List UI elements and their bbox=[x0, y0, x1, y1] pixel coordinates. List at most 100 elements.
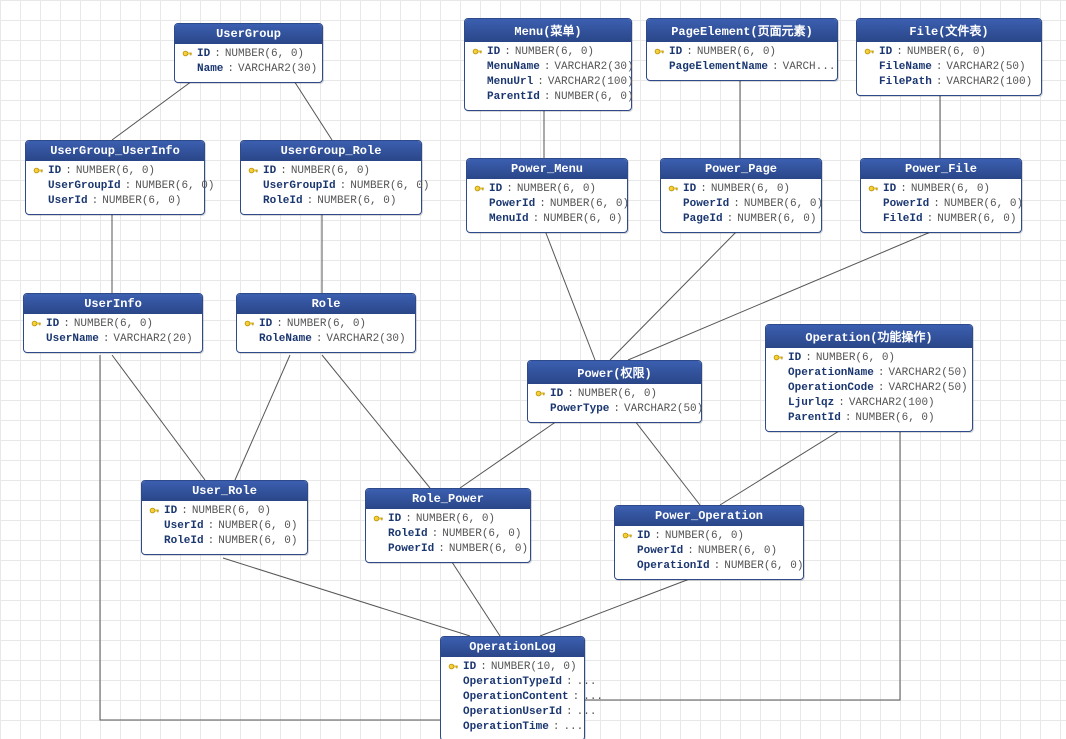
field-type: NUMBER(6, 0) bbox=[665, 529, 744, 544]
field-icon bbox=[863, 62, 875, 74]
entity-title: Power_Menu bbox=[467, 159, 627, 179]
entity-body: ID:NUMBER(6, 0)UserGroupId:NUMBER(6, 0)R… bbox=[241, 161, 421, 214]
entity-Power[interactable]: Power(权限)ID:NUMBER(6, 0)PowerType:VARCHA… bbox=[527, 360, 702, 423]
entity-title: UserInfo bbox=[24, 294, 202, 314]
field-type: NUMBER(6, 0) bbox=[911, 182, 990, 197]
entity-UserGroup_UserInfo[interactable]: UserGroup_UserInfoID:NUMBER(6, 0)UserGro… bbox=[25, 140, 205, 215]
field-type: NUMBER(6, 0) bbox=[218, 534, 297, 549]
field-row: FileId:NUMBER(6, 0) bbox=[867, 212, 1015, 227]
field-icon bbox=[772, 398, 784, 410]
entity-body: ID:NUMBER(6, 0)PowerId:NUMBER(6, 0)FileI… bbox=[861, 179, 1021, 232]
field-type: NUMBER(6, 0) bbox=[744, 197, 823, 212]
field-row: RoleId:NUMBER(6, 0) bbox=[148, 534, 301, 549]
field-row: ID:NUMBER(6, 0) bbox=[181, 47, 316, 62]
field-icon bbox=[667, 199, 679, 211]
field-name: OperationTypeId bbox=[463, 675, 562, 690]
primary-key-icon bbox=[667, 184, 679, 196]
field-row: ID:NUMBER(6, 0) bbox=[247, 164, 415, 179]
field-icon bbox=[534, 404, 546, 416]
entity-title: Power_Page bbox=[661, 159, 821, 179]
field-type: NUMBER(6, 0) bbox=[449, 542, 528, 557]
field-type: ... bbox=[577, 705, 597, 720]
field-type: NUMBER(6, 0) bbox=[225, 47, 304, 62]
primary-key-icon bbox=[247, 166, 259, 178]
field-row: PowerType:VARCHAR2(50) bbox=[534, 402, 695, 417]
entity-body: ID:NUMBER(6, 0)PowerId:NUMBER(6, 0)MenuI… bbox=[467, 179, 627, 232]
field-row: ParentId:NUMBER(6, 0) bbox=[471, 90, 625, 105]
field-name: ID bbox=[164, 504, 177, 519]
entity-UserInfo[interactable]: UserInfoID:NUMBER(6, 0)UserName:VARCHAR2… bbox=[23, 293, 203, 353]
field-type: VARCHAR2(30) bbox=[238, 62, 317, 77]
entity-File[interactable]: File(文件表)ID:NUMBER(6, 0)FileName:VARCHAR… bbox=[856, 18, 1042, 96]
field-row: ID:NUMBER(10, 0) bbox=[447, 660, 578, 675]
field-type: NUMBER(6, 0) bbox=[515, 45, 594, 60]
field-name: Name bbox=[197, 62, 223, 77]
field-row: ID:NUMBER(6, 0) bbox=[148, 504, 301, 519]
field-name: PowerId bbox=[883, 197, 929, 212]
entity-Power_File[interactable]: Power_FileID:NUMBER(6, 0)PowerId:NUMBER(… bbox=[860, 158, 1022, 233]
entity-Power_Page[interactable]: Power_PageID:NUMBER(6, 0)PowerId:NUMBER(… bbox=[660, 158, 822, 233]
field-row: OperationId:NUMBER(6, 0) bbox=[621, 559, 797, 574]
entity-Power_Operation[interactable]: Power_OperationID:NUMBER(6, 0)PowerId:NU… bbox=[614, 505, 804, 580]
entity-title: UserGroup bbox=[175, 24, 322, 44]
entity-Menu[interactable]: Menu(菜单)ID:NUMBER(6, 0)MenuName:VARCHAR2… bbox=[464, 18, 632, 111]
field-row: PowerId:NUMBER(6, 0) bbox=[372, 542, 524, 557]
entity-UserGroup_Role[interactable]: UserGroup_RoleID:NUMBER(6, 0)UserGroupId… bbox=[240, 140, 422, 215]
field-icon bbox=[667, 214, 679, 226]
entity-body: ID:NUMBER(6, 0)PageElementName:VARCH... bbox=[647, 42, 837, 80]
primary-key-icon bbox=[867, 184, 879, 196]
field-name: ID bbox=[487, 45, 500, 60]
field-icon bbox=[621, 561, 633, 573]
field-row: UserId:NUMBER(6, 0) bbox=[148, 519, 301, 534]
field-name: UserId bbox=[48, 194, 88, 209]
primary-key-icon bbox=[243, 319, 255, 331]
field-icon bbox=[471, 62, 483, 74]
entity-body: ID:NUMBER(6, 0)OperationName:VARCHAR2(50… bbox=[766, 348, 972, 431]
field-row: ID:NUMBER(6, 0) bbox=[32, 164, 198, 179]
field-type: NUMBER(6, 0) bbox=[442, 527, 521, 542]
entity-OperationLog[interactable]: OperationLogID:NUMBER(10, 0)OperationTyp… bbox=[440, 636, 585, 739]
entity-UserGroup[interactable]: UserGroupID:NUMBER(6, 0)Name:VARCHAR2(30… bbox=[174, 23, 323, 83]
entity-body: ID:NUMBER(6, 0)Name:VARCHAR2(30) bbox=[175, 44, 322, 82]
field-name: ID bbox=[197, 47, 210, 62]
field-icon bbox=[447, 707, 459, 719]
entity-User_Role[interactable]: User_RoleID:NUMBER(6, 0)UserId:NUMBER(6,… bbox=[141, 480, 308, 555]
field-name: MenuName bbox=[487, 60, 540, 75]
field-type: NUMBER(6, 0) bbox=[291, 164, 370, 179]
entity-body: ID:NUMBER(6, 0)UserId:NUMBER(6, 0)RoleId… bbox=[142, 501, 307, 554]
field-type: ... bbox=[583, 690, 603, 705]
field-type: VARCHAR2(30) bbox=[326, 332, 405, 347]
entity-Power_Menu[interactable]: Power_MenuID:NUMBER(6, 0)PowerId:NUMBER(… bbox=[466, 158, 628, 233]
field-name: ID bbox=[489, 182, 502, 197]
field-row: UserGroupId:NUMBER(6, 0) bbox=[32, 179, 198, 194]
field-type: NUMBER(6, 0) bbox=[287, 317, 366, 332]
field-row: ID:NUMBER(6, 0) bbox=[473, 182, 621, 197]
field-name: Ljurlqz bbox=[788, 396, 834, 411]
entity-body: ID:NUMBER(6, 0)PowerType:VARCHAR2(50) bbox=[528, 384, 701, 422]
field-type: NUMBER(6, 0) bbox=[135, 179, 214, 194]
entity-body: ID:NUMBER(6, 0)PowerId:NUMBER(6, 0)Opera… bbox=[615, 526, 803, 579]
primary-key-icon bbox=[181, 49, 193, 61]
field-name: PowerId bbox=[683, 197, 729, 212]
entity-Operation[interactable]: Operation(功能操作)ID:NUMBER(6, 0)OperationN… bbox=[765, 324, 973, 432]
entity-PageElement[interactable]: PageElement(页面元素)ID:NUMBER(6, 0)PageElem… bbox=[646, 18, 838, 81]
field-row: OperationTypeId:... bbox=[447, 675, 578, 690]
entity-title: Role bbox=[237, 294, 415, 314]
field-type: NUMBER(6, 0) bbox=[816, 351, 895, 366]
field-type: NUMBER(6, 0) bbox=[944, 197, 1023, 212]
entity-title: Power_File bbox=[861, 159, 1021, 179]
field-type: NUMBER(6, 0) bbox=[317, 194, 396, 209]
entity-Role_Power[interactable]: Role_PowerID:NUMBER(6, 0)RoleId:NUMBER(6… bbox=[365, 488, 531, 563]
primary-key-icon bbox=[772, 353, 784, 365]
field-type: VARCHAR2(100) bbox=[946, 75, 1032, 90]
field-icon bbox=[148, 536, 160, 548]
field-type: VARCH... bbox=[783, 60, 836, 75]
field-type: NUMBER(6, 0) bbox=[737, 212, 816, 227]
field-name: MenuUrl bbox=[487, 75, 533, 90]
primary-key-icon bbox=[534, 389, 546, 401]
field-row: PowerId:NUMBER(6, 0) bbox=[867, 197, 1015, 212]
entity-Role[interactable]: RoleID:NUMBER(6, 0)RoleName:VARCHAR2(30) bbox=[236, 293, 416, 353]
field-name: ID bbox=[637, 529, 650, 544]
field-row: UserName:VARCHAR2(20) bbox=[30, 332, 196, 347]
field-name: ParentId bbox=[487, 90, 540, 105]
